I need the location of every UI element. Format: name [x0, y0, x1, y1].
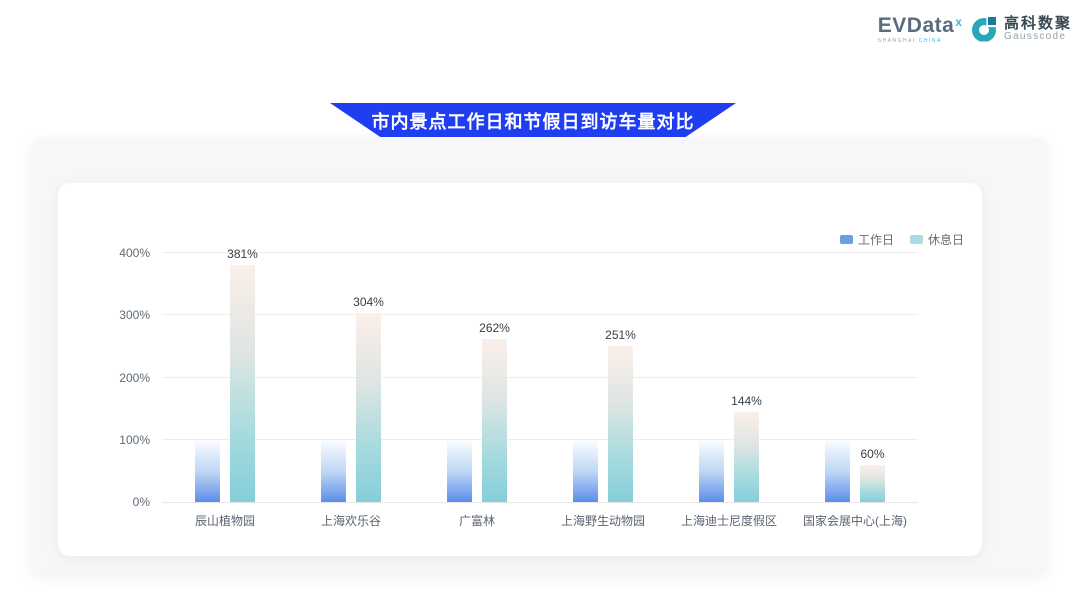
workday-bar: [447, 440, 472, 502]
y-axis-tick: 0%: [90, 495, 150, 509]
bar-group: 304%上海欢乐谷: [288, 253, 414, 502]
workday-bar: [573, 440, 598, 502]
legend-item-workday[interactable]: 工作日: [840, 231, 894, 248]
page-title: 市内景点工作日和节假日到访车量对比: [372, 108, 695, 136]
bar-pair: 251%: [573, 346, 633, 502]
bar-pair: 262%: [447, 339, 507, 502]
legend: 工作日 休息日: [840, 231, 964, 248]
bar-value-label: 304%: [353, 295, 384, 309]
x-axis-label: 上海野生动物园: [540, 512, 666, 529]
gausscode-logo: 高科数聚 Gausscode: [972, 16, 1072, 42]
bar-group: 251%上海野生动物园: [540, 253, 666, 502]
x-axis-label: 上海欢乐谷: [288, 512, 414, 529]
x-axis-label: 广富林: [414, 512, 540, 529]
evdata-logo-subtext: SHANGHAI CHINA: [878, 39, 942, 44]
bar-value-label: 60%: [860, 447, 884, 461]
chart-panel: 工作日休息日 0%100%200%300%400%381%辰山植物园304%上海…: [30, 137, 1048, 575]
legend-swatch: [840, 235, 853, 244]
gausscode-cn-text: 高科数聚: [1004, 16, 1072, 32]
y-axis-tick: 400%: [90, 246, 150, 260]
y-axis-tick: 300%: [90, 308, 150, 322]
bar-group: 262%广富林: [414, 253, 540, 502]
bar-pair: 381%: [195, 265, 255, 502]
restday-bar: 262%: [482, 339, 507, 502]
legend-item-restday[interactable]: 休息日: [910, 231, 964, 248]
title-banner: 市内景点工作日和节假日到访车量对比: [330, 103, 736, 140]
legend-label: 休息日: [928, 231, 964, 248]
chart-card: 工作日休息日 0%100%200%300%400%381%辰山植物园304%上海…: [58, 183, 982, 556]
y-axis-tick: 100%: [90, 433, 150, 447]
evdata-logo-text: EVData: [878, 14, 955, 37]
gausscode-en-text: Gausscode: [1004, 32, 1072, 43]
workday-bar: [321, 440, 346, 502]
restday-bar: 304%: [356, 313, 381, 502]
bar-value-label: 381%: [227, 247, 258, 261]
workday-bar: [699, 440, 724, 502]
y-axis-tick: 200%: [90, 371, 150, 385]
bar-pair: 304%: [321, 313, 381, 502]
bar-pair: 144%: [699, 412, 759, 502]
bar-value-label: 144%: [731, 394, 762, 408]
x-axis-label: 上海迪士尼度假区: [666, 512, 792, 529]
bar-value-label: 262%: [479, 321, 510, 335]
evdata-logo-sup: x: [955, 15, 962, 29]
gausscode-icon: [972, 17, 998, 43]
page: EVDatax SHANGHAI CHINA 高科数聚 Gausscode 市内…: [0, 0, 1080, 608]
logo-header: EVDatax SHANGHAI CHINA 高科数聚 Gausscode: [878, 15, 1072, 44]
x-axis-line: [162, 502, 918, 503]
workday-bar: [825, 440, 850, 502]
bar-group: 144%上海迪士尼度假区: [666, 253, 792, 502]
restday-bar: 381%: [230, 265, 255, 502]
bar-group: 60%国家会展中心(上海): [792, 253, 918, 502]
restday-bar: 251%: [608, 346, 633, 502]
workday-bar: [195, 440, 220, 502]
evdata-logo: EVDatax SHANGHAI CHINA: [878, 15, 962, 44]
legend-label: 工作日: [858, 231, 894, 248]
x-axis-label: 国家会展中心(上海): [792, 512, 918, 529]
legend-swatch: [910, 235, 923, 244]
plot-area: 0%100%200%300%400%381%辰山植物园304%上海欢乐谷262%…: [162, 253, 918, 502]
bar-group: 381%辰山植物园: [162, 253, 288, 502]
bar-pair: 60%: [825, 440, 885, 502]
restday-bar: 144%: [734, 412, 759, 502]
restday-bar: 60%: [860, 465, 885, 502]
bar-value-label: 251%: [605, 328, 636, 342]
x-axis-label: 辰山植物园: [162, 512, 288, 529]
bar-groups: 381%辰山植物园304%上海欢乐谷262%广富林251%上海野生动物园144%…: [162, 253, 918, 502]
